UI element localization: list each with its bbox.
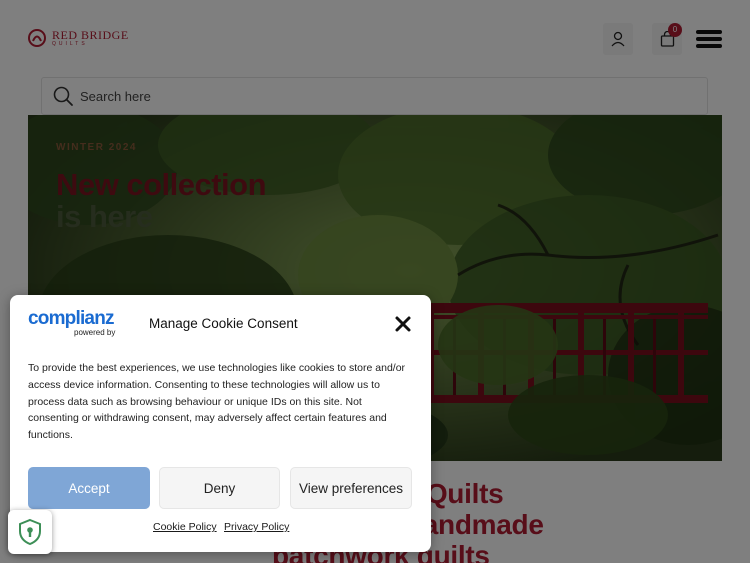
- complianz-brand: complianz: [28, 308, 115, 329]
- cookie-dialog-title: Manage Cookie Consent: [149, 316, 298, 331]
- cookie-dialog-body: To provide the best experiences, we use …: [28, 362, 406, 442]
- cookie-consent-dialog: complianz powered by Manage Cookie Conse…: [10, 295, 431, 552]
- complianz-logo: complianz powered by: [28, 308, 115, 337]
- privacy-policy-link[interactable]: Privacy Policy: [224, 521, 289, 533]
- complianz-powered-by: powered by: [74, 328, 116, 337]
- manage-consent-button[interactable]: [8, 510, 52, 554]
- view-preferences-button[interactable]: View preferences: [290, 467, 412, 509]
- shield-icon: [19, 518, 41, 546]
- cookie-policy-link[interactable]: Cookie Policy: [153, 521, 217, 533]
- deny-button[interactable]: Deny: [159, 467, 280, 509]
- close-icon[interactable]: [394, 315, 412, 333]
- accept-button[interactable]: Accept: [28, 467, 150, 509]
